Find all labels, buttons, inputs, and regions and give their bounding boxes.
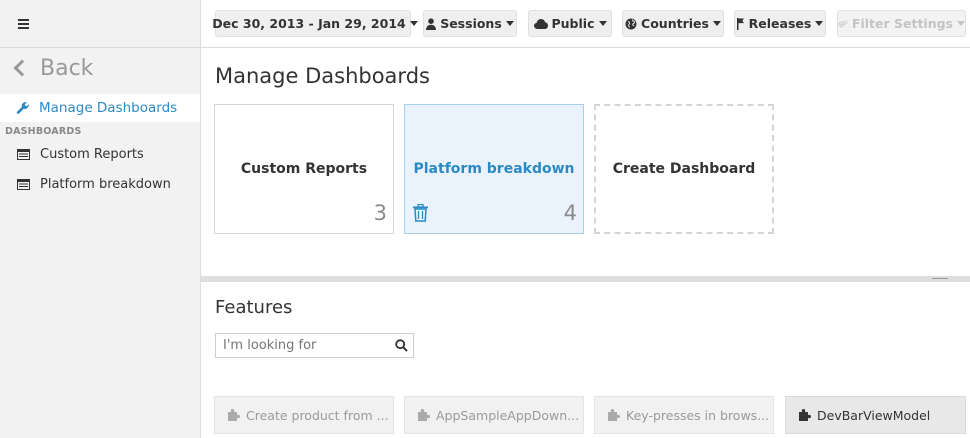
sidebar-header (0, 0, 200, 48)
card-title: Create Dashboard (612, 161, 756, 177)
trash-icon[interactable] (413, 204, 428, 222)
sidebar: Back Manage Dashboards DASHBOARDS Custom… (0, 0, 201, 438)
feature-search-input[interactable] (216, 338, 386, 353)
cogs-icon (838, 19, 848, 27)
caret-down-icon (815, 21, 824, 26)
caret-down-icon (409, 21, 418, 26)
sidebar-item-label: Custom Reports (40, 146, 144, 162)
feature-label: AppSampleAppDown... (436, 407, 580, 423)
flag-icon (736, 17, 744, 30)
feature-item-create-product[interactable]: Create product from ... (214, 396, 394, 434)
caret-down-icon (598, 21, 607, 26)
resize-grip-icon[interactable] (932, 278, 948, 279)
puzzle-icon (799, 409, 811, 421)
back-label: Back (40, 55, 94, 81)
public-button[interactable]: Public (528, 10, 612, 37)
sessions-button[interactable]: Sessions (423, 10, 517, 37)
filter-settings-button[interactable]: Filter Settings (837, 10, 966, 37)
dashboard-card-platform-breakdown[interactable]: Platform breakdown 4 (404, 104, 584, 234)
panel-divider[interactable] (201, 276, 970, 282)
caret-down-icon (712, 21, 721, 26)
user-icon (426, 17, 437, 30)
sidebar-item-platform-breakdown[interactable]: Platform breakdown (0, 171, 200, 197)
card-count: 4 (563, 201, 577, 225)
dashboards-section-label: DASHBOARDS (5, 126, 82, 137)
feature-label: DevBarViewModel (817, 407, 931, 423)
page-title: Manage Dashboards (215, 64, 430, 88)
puzzle-icon (608, 409, 620, 421)
list-icon (17, 178, 30, 190)
sidebar-item-label: Manage Dashboards (39, 100, 178, 116)
hamburger-menu-icon[interactable] (18, 19, 29, 29)
sidebar-item-manage-dashboards[interactable]: Manage Dashboards (0, 94, 200, 122)
date-range-button[interactable]: Dec 30, 2013 - Jan 29, 2014 (212, 10, 418, 37)
sidebar-item-label: Platform breakdown (40, 176, 171, 192)
releases-button[interactable]: Releases (734, 10, 826, 37)
search-icon[interactable] (395, 339, 408, 352)
wrench-icon (16, 102, 29, 114)
feature-item-appsampleappdown[interactable]: AppSampleAppDown... (404, 396, 584, 434)
card-title: Platform breakdown (413, 161, 575, 177)
feature-item-devbarviewmodel[interactable]: DevBarViewModel (785, 396, 966, 434)
puzzle-icon (418, 409, 430, 421)
create-dashboard-card[interactable]: Create Dashboard (594, 104, 774, 234)
countries-button[interactable]: Countries (622, 10, 724, 37)
puzzle-icon (228, 409, 240, 421)
back-button[interactable]: Back (10, 53, 93, 83)
caret-down-icon (957, 21, 965, 26)
sidebar-item-custom-reports[interactable]: Custom Reports (0, 141, 200, 167)
globe-icon (625, 18, 637, 29)
feature-search (215, 333, 414, 358)
cloud-icon (533, 18, 548, 29)
card-title: Custom Reports (240, 161, 368, 177)
feature-label: Key-presses in brows... (626, 407, 770, 423)
feature-label: Create product from ... (246, 407, 389, 423)
top-toolbar: Dec 30, 2013 - Jan 29, 2014 Sessions Pub… (201, 0, 970, 48)
dashboard-card-custom-reports[interactable]: Custom Reports 3 (214, 104, 394, 234)
list-icon (17, 148, 30, 160)
caret-down-icon (505, 21, 514, 26)
features-title: Features (215, 297, 293, 318)
chevron-left-icon (13, 59, 31, 77)
card-count: 3 (373, 201, 387, 225)
feature-item-key-presses[interactable]: Key-presses in brows... (594, 396, 774, 434)
